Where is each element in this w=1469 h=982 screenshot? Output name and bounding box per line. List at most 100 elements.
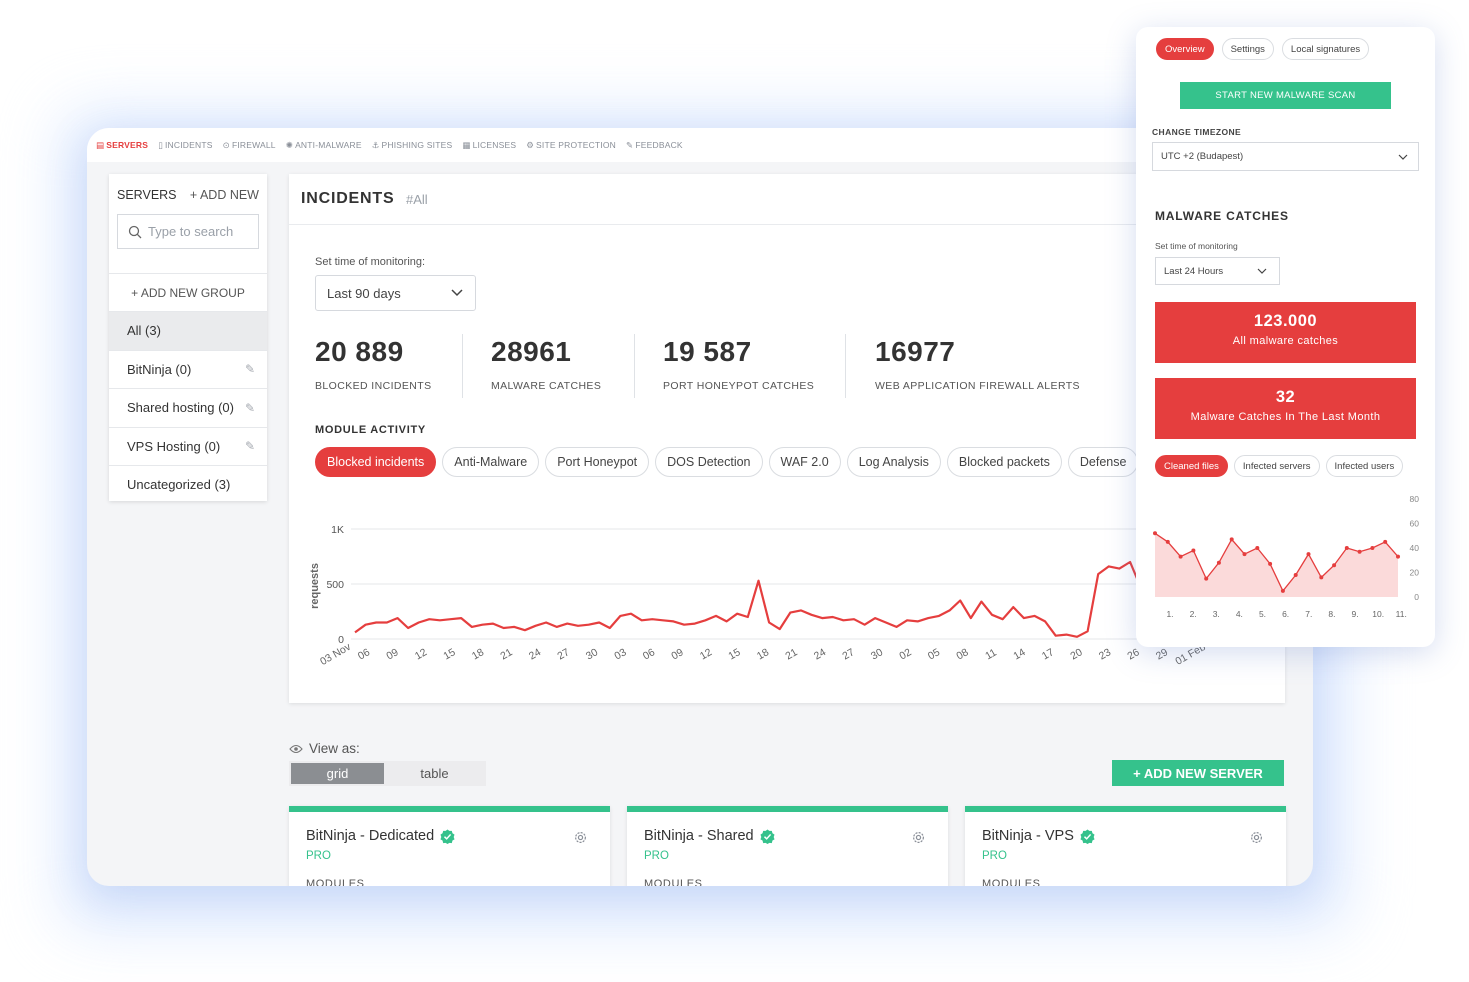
stat-value: 19 587 bbox=[663, 336, 752, 367]
lock-icon: ⊙ bbox=[222, 139, 230, 150]
tab-cleaned-files[interactable]: Cleaned files bbox=[1155, 455, 1228, 477]
gear-icon[interactable] bbox=[573, 830, 588, 845]
module-tab[interactable]: Defense bbox=[1067, 447, 1139, 477]
nav-item-phishing-sites[interactable]: ⚓ PHISHING SITES bbox=[372, 140, 453, 151]
tab-infected-users[interactable]: Infected users bbox=[1325, 455, 1404, 477]
tab-overview[interactable]: Overview bbox=[1156, 38, 1214, 60]
gear-icon[interactable] bbox=[1249, 830, 1264, 845]
view-grid-option[interactable]: grid bbox=[291, 763, 384, 784]
pencil-icon[interactable]: ✎ bbox=[245, 362, 255, 376]
server-card[interactable]: BitNinja - Shared PRO MODULES bbox=[627, 806, 948, 886]
server-name: BitNinja - Dedicated bbox=[306, 828, 435, 844]
gear-icon: ⚙ bbox=[526, 139, 535, 150]
y-tick-label: 40 bbox=[1410, 543, 1420, 553]
y-tick-label: 80 bbox=[1410, 494, 1420, 504]
stat-value: 28961 bbox=[491, 336, 572, 367]
search-icon bbox=[128, 225, 142, 238]
gear-icon[interactable] bbox=[911, 830, 926, 845]
box-value: 32 bbox=[1275, 388, 1296, 406]
nav-item-label: FIREWALL bbox=[231, 140, 276, 150]
nav-item-incidents[interactable]: ▯ INCIDENTS bbox=[158, 140, 213, 151]
sidebar-group-item[interactable]: Uncategorized (3) bbox=[109, 465, 267, 504]
sidebar-group-item[interactable]: BitNinja (0) ✎ bbox=[109, 349, 267, 389]
data-point bbox=[1255, 546, 1260, 550]
all-malware-catches-box: 123.000 All malware catches bbox=[1155, 302, 1416, 363]
verified-check-icon bbox=[440, 828, 455, 844]
nav-item-feedback[interactable]: ✎ FEEDBACK bbox=[626, 140, 683, 151]
nav-item-licenses[interactable]: ▦ LICENSES bbox=[462, 140, 516, 151]
x-tick-label: 10. bbox=[1372, 609, 1384, 619]
nav-item-firewall[interactable]: ⊙ FIREWALL bbox=[223, 140, 276, 151]
view-as-label: View as: bbox=[309, 741, 360, 756]
y-tick-label: 1K bbox=[331, 524, 344, 536]
group-label: All (3) bbox=[127, 323, 161, 339]
stage: ▤ SERVERS ▯ INCIDENTS ⊙ FIREWALL ✺ ANTI-MALWARE… bbox=[0, 0, 1469, 982]
module-tab[interactable]: Port Honeypot bbox=[545, 447, 650, 477]
timezone-select[interactable]: UTC +2 (Budapest) bbox=[1152, 142, 1419, 171]
nav-item-label: PHISHING SITES bbox=[381, 140, 453, 150]
x-tick-label: 27 bbox=[555, 646, 571, 662]
x-tick-label: 7. bbox=[1305, 609, 1312, 619]
nav-item-servers[interactable]: ▤ SERVERS bbox=[96, 140, 148, 151]
x-tick-label: 15 bbox=[726, 646, 742, 662]
y-tick-label: 500 bbox=[326, 579, 344, 591]
group-label: BitNinja (0) bbox=[127, 361, 192, 377]
stat-waf-alerts: 16977 WEB APPLICATION FIREWALL ALERTS bbox=[875, 336, 1080, 392]
module-tab[interactable]: Anti-Malware bbox=[442, 447, 540, 477]
tab-settings[interactable]: Settings bbox=[1221, 38, 1274, 60]
start-malware-scan-button[interactable]: START NEW MALWARE SCAN bbox=[1180, 82, 1391, 109]
document-icon: ▯ bbox=[158, 139, 163, 150]
x-tick-label: 3. bbox=[1213, 609, 1220, 619]
x-tick-label: 24 bbox=[527, 646, 543, 662]
module-tab[interactable]: Blocked packets bbox=[946, 447, 1062, 477]
sidebar-group-item[interactable]: VPS Hosting (0) ✎ bbox=[109, 426, 267, 466]
nav-item-label: INCIDENTS bbox=[165, 140, 213, 150]
view-table-option[interactable]: table bbox=[388, 763, 481, 784]
data-point bbox=[1396, 554, 1400, 559]
mc-monitoring-value: Last 24 Hours bbox=[1164, 265, 1224, 277]
divider bbox=[634, 334, 635, 398]
pencil-icon[interactable]: ✎ bbox=[245, 439, 255, 453]
module-tab[interactable]: Log Analysis bbox=[846, 447, 941, 477]
sidebar-group-item[interactable]: Shared hosting (0) ✎ bbox=[109, 388, 267, 427]
chevron-down-icon bbox=[1257, 268, 1267, 274]
add-group-button[interactable]: + ADD NEW GROUP bbox=[109, 273, 267, 311]
add-new-server-button[interactable]: + ADD NEW SERVER bbox=[1112, 760, 1284, 786]
stat-value: 16977 bbox=[875, 336, 956, 367]
server-card[interactable]: BitNinja - VPS PRO MODULES bbox=[965, 806, 1286, 886]
data-point bbox=[1370, 546, 1375, 550]
x-tick-label: 06 bbox=[356, 646, 372, 662]
x-tick-label: 2. bbox=[1190, 609, 1197, 619]
search-input[interactable]: Type to search bbox=[117, 214, 259, 249]
x-tick-label: 17 bbox=[1040, 646, 1056, 662]
pencil-icon[interactable]: ✎ bbox=[245, 401, 255, 415]
data-point bbox=[1293, 573, 1298, 577]
nav-item-anti-malware[interactable]: ✺ ANTI-MALWARE bbox=[286, 140, 362, 151]
timezone-label: CHANGE TIMEZONE bbox=[1152, 127, 1242, 137]
nav-item-site-protection[interactable]: ⚙ SITE PROTECTION bbox=[526, 140, 616, 151]
x-tick-label: 30 bbox=[584, 646, 600, 662]
server-card[interactable]: BitNinja - Dedicated PRO MODULES bbox=[289, 806, 610, 886]
box-label: All malware catches bbox=[1232, 335, 1339, 347]
malware-catches-chart: 0 20 40 60 80 1. 2. 3. 4. 5. 6. 7. 8. 9. 10. 11. bbox=[1153, 494, 1420, 619]
x-tick-label: 4. bbox=[1236, 609, 1243, 619]
tab-infected-servers[interactable]: Infected servers bbox=[1233, 455, 1320, 477]
nav-item-label: ANTI-MALWARE bbox=[295, 140, 362, 150]
module-tab[interactable]: Blocked incidents bbox=[315, 447, 437, 477]
data-point bbox=[1357, 549, 1362, 554]
add-server-link[interactable]: + ADD NEW bbox=[190, 188, 259, 202]
tab-local-signatures[interactable]: Local signatures bbox=[1281, 38, 1370, 60]
monitoring-select[interactable]: Last 90 days bbox=[315, 275, 476, 311]
panel-tabs: Overview Settings Local signatures bbox=[1156, 38, 1370, 60]
stat-port-honeypot: 19 587 PORT HONEYPOT CATCHES bbox=[663, 336, 814, 392]
sidebar-group-item[interactable]: All (3) bbox=[109, 311, 267, 350]
search-placeholder: Type to search bbox=[148, 224, 234, 239]
nav-item-label: SERVERS bbox=[106, 140, 149, 150]
last-month-catches-box: 32 Malware Catches In The Last Month bbox=[1155, 378, 1416, 439]
x-tick-label: 12 bbox=[698, 646, 714, 662]
module-tab[interactable]: DOS Detection bbox=[655, 447, 763, 477]
mc-monitoring-select[interactable]: Last 24 Hours bbox=[1155, 257, 1280, 285]
module-tab[interactable]: WAF 2.0 bbox=[768, 447, 841, 477]
server-modules-label: MODULES bbox=[306, 878, 365, 886]
server-name: BitNinja - Shared bbox=[644, 828, 754, 844]
